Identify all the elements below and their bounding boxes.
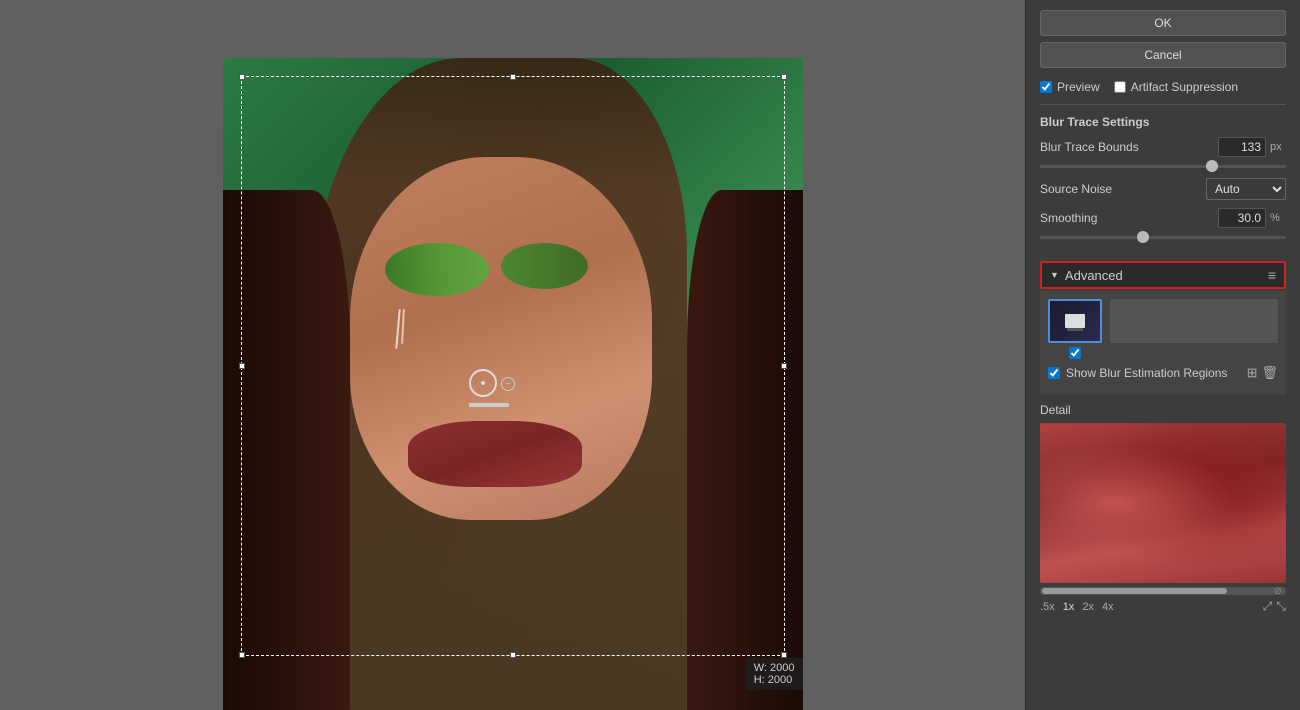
smoothing-unit: % [1270,212,1286,224]
smoothing-slider[interactable] [1040,236,1286,239]
show-regions-checkbox[interactable] [1048,367,1060,379]
divider-1 [1040,104,1286,105]
preview-checkbox[interactable] [1040,81,1052,93]
actual-size-icon[interactable]: ⤡ [1276,599,1286,614]
blur-trace-bounds-label: Blur Trace Bounds [1040,140,1218,154]
add-region-icon[interactable]: ⊞ [1247,365,1258,381]
advanced-section: ▼ Advanced ≡ S [1040,261,1286,395]
cancel-button[interactable]: Cancel [1040,42,1286,68]
triangle-down-icon: ▼ [1050,270,1059,280]
blur-estimation-tool[interactable]: − [469,369,509,407]
blur-trace-bounds-input[interactable] [1218,137,1266,157]
blur-trace-bounds-row: Blur Trace Bounds px [1040,137,1286,157]
blur-trace-bounds-unit: px [1270,141,1286,153]
advanced-header[interactable]: ▼ Advanced ≡ [1040,261,1286,289]
artifact-suppression-checkbox[interactable] [1114,81,1126,93]
blur-thumbnail-checkbox[interactable] [1069,347,1081,359]
artifact-suppression-label: Artifact Suppression [1131,80,1238,94]
right-panel: OK Cancel Preview Artifact Suppression B… [1025,0,1300,710]
blur-trace-bounds-slider[interactable] [1040,165,1286,168]
show-regions-icons: ⊞ 🗑 [1247,365,1278,381]
advanced-content: Show Blur Estimation Regions ⊞ 🗑 [1040,291,1286,395]
detail-image [1040,423,1286,583]
blur-bar [469,403,509,407]
delete-region-icon[interactable]: 🗑 [1261,365,1278,381]
source-noise-select[interactable]: Auto Low Medium High [1206,178,1286,200]
canvas-area: ↺ − W: 2000 H: 2000 [0,0,1025,710]
source-noise-row: Source Noise Auto Low Medium High [1040,178,1286,200]
zoom-icons: ⤢ ⤡ [1263,599,1286,614]
detail-zoom-row: .5x 1x 2x 4x ⤢ ⤡ [1040,599,1286,614]
canvas-image: ↺ − W: 2000 H: 2000 [223,58,803,710]
canvas-image-wrapper: ↺ − W: 2000 H: 2000 [223,58,803,710]
source-noise-label: Source Noise [1040,182,1206,196]
advanced-header-left: ▼ Advanced [1050,268,1123,283]
dimensions-tooltip: W: 2000 H: 2000 [746,658,803,690]
smoothing-input[interactable] [1218,208,1266,228]
smoothing-label: Smoothing [1040,211,1218,225]
zoom-option-2x[interactable]: 2x [1082,601,1094,613]
detail-label: Detail [1040,403,1286,417]
panel-top-buttons: OK Cancel [1026,0,1300,74]
zoom-option-1x[interactable]: 1x [1063,601,1075,613]
detail-image-inner [1040,423,1286,583]
advanced-settings-icon[interactable]: ≡ [1268,267,1276,283]
blur-trace-slider-thumb[interactable] [1206,160,1218,172]
smoothing-value: % [1218,208,1286,228]
source-noise-value: Auto Low Medium High [1206,178,1286,200]
ok-button[interactable]: OK [1040,10,1286,36]
blur-trace-settings-title: Blur Trace Settings [1026,109,1300,133]
detail-scrollbar[interactable]: ⊘ [1040,587,1286,595]
blur-region-empty-area [1110,299,1278,343]
detail-section: Detail ⊘ .5x 1x 2x 4x ⤢ ⤡ [1026,403,1300,622]
blur-thumbnail-inner [1050,301,1100,341]
blur-thumbnail[interactable] [1048,299,1102,343]
fit-view-icon[interactable]: ⤢ [1263,599,1273,614]
blur-minus-icon[interactable]: − [501,377,515,391]
preview-label: Preview [1057,80,1100,94]
smoothing-slider-fill [1040,236,1143,239]
detail-scrollbar-thumb[interactable] [1042,588,1227,594]
zoom-options: .5x 1x 2x 4x [1040,601,1114,613]
settings-section: Blur Trace Bounds px Source Noise Auto L… [1026,133,1300,257]
show-regions-label: Show Blur Estimation Regions [1066,366,1227,380]
blur-circle[interactable] [469,369,497,397]
blur-trace-slider-fill [1040,165,1212,168]
show-blur-estimation-regions-row: Show Blur Estimation Regions ⊞ 🗑 [1048,365,1278,381]
panel-options: Preview Artifact Suppression [1026,74,1300,100]
blur-thumbnail-row [1048,299,1278,359]
preview-checkbox-group[interactable]: Preview [1040,80,1100,94]
blur-trace-bounds-value: px [1218,137,1286,157]
advanced-label: Advanced [1065,268,1123,283]
thumbnail-shape [1065,314,1085,328]
smoothing-slider-thumb[interactable] [1137,231,1149,243]
zoom-option-4x[interactable]: 4x [1102,601,1114,613]
zoom-option-0.5x[interactable]: .5x [1040,601,1055,613]
blur-trace-slider-track [1040,165,1286,168]
smoothing-slider-track [1040,236,1286,239]
detail-scroll-end-icon[interactable]: ⊘ [1274,586,1282,597]
artifact-suppression-group[interactable]: Artifact Suppression [1114,80,1238,94]
smoothing-row: Smoothing % [1040,208,1286,228]
